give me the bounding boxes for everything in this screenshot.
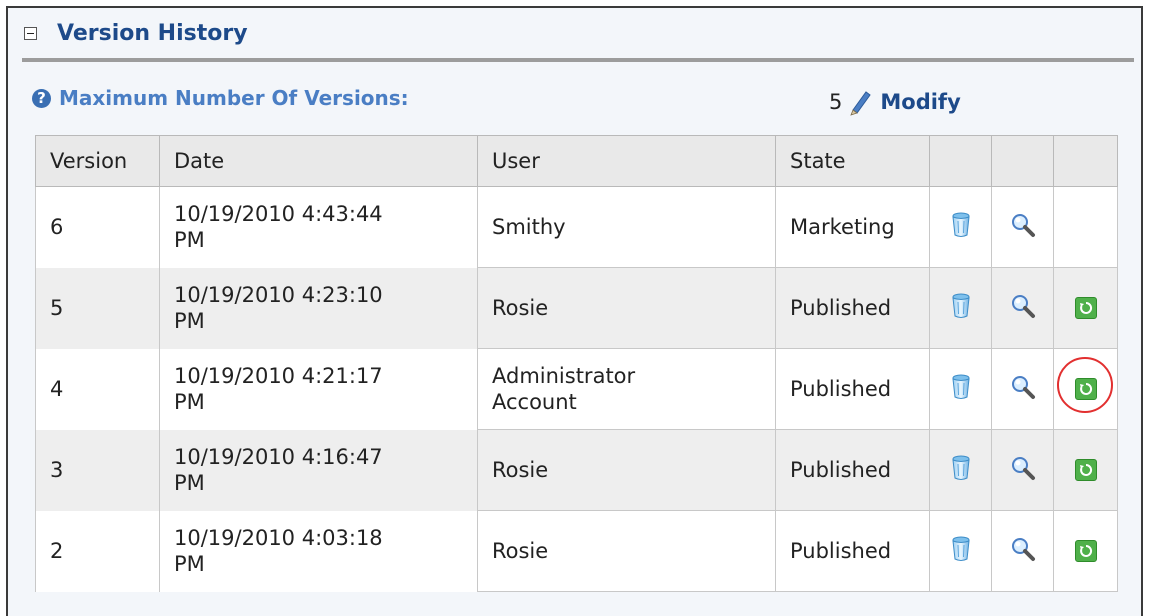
column-header-restore — [1053, 135, 1118, 187]
user-name: Rosie — [492, 539, 549, 563]
user-name: Smithy — [492, 215, 566, 239]
version-cell: 3 — [35, 429, 160, 511]
restore-icon[interactable] — [1074, 540, 1097, 562]
table-row: 6 10/19/2010 4:43:44 PM Smithy Marketing — [35, 186, 1118, 268]
date-text: 10/19/2010 4:21:17 — [174, 364, 383, 388]
magnifier-icon[interactable] — [1010, 375, 1036, 405]
date-cell: 10/19/2010 4:23:10 PM — [159, 267, 478, 349]
panel-header: Version History — [24, 17, 248, 49]
table-row: 3 10/19/2010 4:16:47 PM Rosie Published — [35, 429, 1118, 511]
magnifier-icon[interactable] — [1010, 294, 1036, 324]
view-cell — [991, 348, 1054, 430]
version-cell: 6 — [35, 186, 160, 268]
view-cell — [991, 186, 1054, 268]
state-cell: Published — [775, 348, 930, 430]
table-row: 4 10/19/2010 4:21:17 PM Administrator Accoun… — [35, 348, 1118, 430]
user-cell: Rosie — [477, 267, 776, 349]
help-icon[interactable]: ? — [32, 88, 51, 108]
date-text: 10/19/2010 4:43:44 — [174, 202, 383, 227]
trash-icon[interactable] — [951, 374, 970, 405]
pencil-icon[interactable] — [846, 88, 872, 116]
version-cell: 2 — [35, 510, 160, 592]
user-cell: Rosie — [477, 510, 776, 592]
trash-icon[interactable] — [951, 455, 970, 486]
collapse-icon[interactable] — [24, 26, 37, 40]
column-header-delete — [929, 135, 992, 187]
header-divider — [22, 58, 1134, 62]
column-header-state[interactable]: State — [775, 135, 930, 187]
delete-cell — [929, 348, 992, 430]
restore-cell — [1053, 348, 1118, 430]
view-cell — [991, 510, 1054, 592]
column-header-date[interactable]: Date — [159, 135, 478, 187]
date-text-suffix: PM — [174, 309, 205, 333]
restore-cell — [1053, 510, 1118, 592]
user-cell: Rosie — [477, 429, 776, 511]
delete-cell — [929, 510, 992, 592]
version-table: Version Date User State 6 10/19/2010 4:43… — [35, 135, 1118, 592]
panel-title: Version History — [57, 20, 248, 46]
table-header-row: Version Date User State — [35, 135, 1118, 187]
trash-icon[interactable] — [951, 293, 970, 324]
modify-row: 5 Modify — [829, 88, 961, 116]
max-versions-value: 5 — [829, 90, 843, 114]
restore-cell — [1053, 429, 1118, 511]
user-name: Rosie — [492, 458, 549, 482]
max-versions-label: Maximum Number Of Versions: — [59, 86, 409, 110]
state-cell: Published — [775, 510, 930, 592]
version-cell: 4 — [35, 348, 160, 430]
column-header-view — [991, 135, 1054, 187]
magnifier-icon[interactable] — [1010, 537, 1036, 567]
modify-link[interactable]: Modify — [880, 90, 960, 114]
trash-icon[interactable] — [951, 212, 970, 243]
version-cell: 5 — [35, 267, 160, 349]
date-text-suffix: PM — [174, 471, 205, 495]
state-cell: Marketing — [775, 186, 930, 268]
date-cell: 10/19/2010 4:03:18 PM — [159, 510, 478, 592]
table-row: 5 10/19/2010 4:23:10 PM Rosie Published — [35, 267, 1118, 349]
user-cell: Administrator Account — [477, 348, 776, 430]
user-name: Administrator — [492, 364, 636, 388]
date-text: 10/19/2010 4:23:10 — [174, 283, 383, 307]
date-cell: 10/19/2010 4:21:17 PM — [159, 348, 478, 430]
column-header-version[interactable]: Version — [35, 135, 160, 187]
magnifier-icon[interactable] — [1010, 456, 1036, 486]
delete-cell — [929, 186, 992, 268]
user-name-continued: Account — [492, 390, 577, 414]
trash-icon[interactable] — [951, 536, 970, 567]
date-cell: 10/19/2010 4:43:44 PM — [159, 186, 478, 268]
restore-icon[interactable] — [1074, 459, 1097, 481]
table-row: 2 10/19/2010 4:03:18 PM Rosie Published — [35, 510, 1118, 592]
date-text: 10/19/2010 4:16:47 — [174, 445, 383, 469]
column-header-user[interactable]: User — [477, 135, 776, 187]
restore-cell — [1053, 186, 1118, 268]
max-versions-row: ? Maximum Number Of Versions: — [32, 86, 409, 110]
view-cell — [991, 429, 1054, 511]
state-cell: Published — [775, 267, 930, 349]
date-text-suffix: PM — [174, 390, 205, 414]
restore-cell — [1053, 267, 1118, 349]
delete-cell — [929, 429, 992, 511]
date-text-suffix: PM — [174, 228, 205, 253]
user-cell: Smithy — [477, 186, 776, 268]
restore-icon[interactable] — [1074, 378, 1097, 400]
restore-icon[interactable] — [1074, 297, 1097, 319]
date-text-suffix: PM — [174, 552, 205, 576]
date-cell: 10/19/2010 4:16:47 PM — [159, 429, 478, 511]
state-cell: Published — [775, 429, 930, 511]
date-text: 10/19/2010 4:03:18 — [174, 526, 383, 550]
user-name: Rosie — [492, 296, 549, 320]
view-cell — [991, 267, 1054, 349]
magnifier-icon[interactable] — [1010, 213, 1036, 243]
delete-cell — [929, 267, 992, 349]
